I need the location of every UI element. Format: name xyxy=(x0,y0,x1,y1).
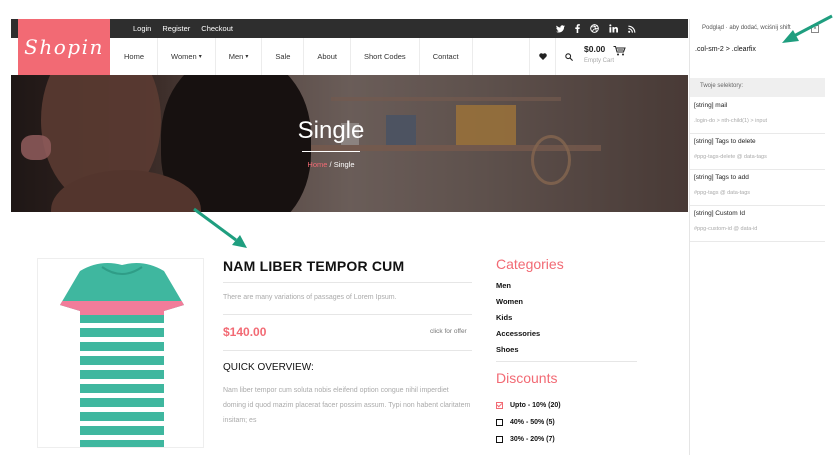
category-shoes[interactable]: Shoes xyxy=(496,344,540,360)
quick-overview-title: QUICK OVERVIEW: xyxy=(223,362,314,373)
selector-field[interactable]: [string] Tags to add #ppg-tags @ data-ta… xyxy=(690,170,825,206)
account-links: Login Register Checkout xyxy=(133,19,233,38)
quick-overview-text: Nam liber tempor cum soluta nobis eleife… xyxy=(223,387,471,424)
checkbox-checked[interactable] xyxy=(496,402,503,409)
product-description: There are many variations of passages of… xyxy=(223,294,397,301)
panel-hint: Podgląd · aby dodać, wciśnij shift xyxy=(702,25,791,31)
nav-item-men[interactable]: Men ▾ xyxy=(216,38,263,75)
offer-link[interactable]: click for offer xyxy=(430,328,467,335)
breadcrumb-home-link[interactable]: Home xyxy=(307,160,327,169)
checkout-link[interactable]: Checkout xyxy=(201,24,233,33)
discount-option[interactable]: 30% - 20% (7) xyxy=(496,431,561,448)
register-link[interactable]: Register xyxy=(162,24,190,33)
caret-down-icon: ▾ xyxy=(198,54,202,60)
nav-icons xyxy=(529,38,581,75)
arrow-to-title-icon xyxy=(193,207,247,248)
divider xyxy=(496,361,637,362)
checkbox[interactable] xyxy=(496,419,503,426)
shopping-cart-icon[interactable] xyxy=(613,43,626,61)
product-title: NAM LIBER TEMPOR CUM xyxy=(223,258,405,274)
category-men[interactable]: Men xyxy=(496,280,540,296)
selector-field[interactable]: [string] mail .login-do > nth-child(1) >… xyxy=(690,98,825,134)
nav-item-about[interactable]: About xyxy=(304,38,351,75)
current-selector: .col-sm-2 > .clearfix xyxy=(695,46,756,53)
discounts-list: Upto - 10% (20) 40% - 50% (5) 30% - 20% … xyxy=(496,397,561,448)
category-women[interactable]: Women xyxy=(496,296,540,312)
login-link[interactable]: Login xyxy=(133,24,151,33)
cart-status: Empty Cart xyxy=(584,58,615,64)
main-navbar: Home Women ▾ Men ▾ Sale About Short Codes … xyxy=(11,38,688,75)
linkedin-icon[interactable] xyxy=(609,24,618,33)
top-bar: Login Register Checkout xyxy=(11,19,688,38)
discount-option[interactable]: Upto - 10% (20) xyxy=(496,397,561,414)
selector-panel: Podgląd · aby dodać, wciśnij shift × .co… xyxy=(689,19,834,455)
wishlist-heart-icon[interactable] xyxy=(529,38,555,75)
social-links xyxy=(556,19,636,38)
checkbox[interactable] xyxy=(496,436,503,443)
close-icon[interactable]: × xyxy=(811,25,819,33)
caret-down-icon: ▾ xyxy=(245,54,249,60)
facebook-icon[interactable] xyxy=(575,24,580,33)
divider xyxy=(223,282,472,283)
site-logo[interactable]: Shopin xyxy=(18,19,110,75)
cart-summary[interactable]: $0.00 Empty Cart xyxy=(584,44,626,64)
selector-field[interactable]: [string] Custom Id #ppg-custom-id @ data… xyxy=(690,206,825,242)
my-selectors-header: Twoje selektory: xyxy=(690,78,825,97)
title-divider xyxy=(302,151,360,152)
dribbble-icon[interactable] xyxy=(590,24,599,33)
nav-item-women[interactable]: Women ▾ xyxy=(158,38,216,75)
rss-icon[interactable] xyxy=(628,25,636,33)
twitter-icon[interactable] xyxy=(556,24,565,33)
nav-item-contact[interactable]: Contact xyxy=(420,38,473,75)
nav-item-short-codes[interactable]: Short Codes xyxy=(351,38,420,75)
nav-item-home[interactable]: Home xyxy=(111,38,159,75)
category-accessories[interactable]: Accessories xyxy=(496,328,540,344)
page-banner: Single Home / Single xyxy=(11,75,688,212)
product-price: $140.00 xyxy=(223,325,267,339)
cart-total: $0.00 xyxy=(584,44,606,54)
logo-text: Shopin xyxy=(24,35,104,59)
categories-list: Men Women Kids Accessories Shoes xyxy=(496,280,540,360)
discounts-title: Discounts xyxy=(496,370,558,386)
selector-field[interactable]: [string] Tags to delete #ppg-tags-delete… xyxy=(690,134,825,170)
search-icon[interactable] xyxy=(555,38,581,75)
page-title: Single xyxy=(297,117,365,144)
category-kids[interactable]: Kids xyxy=(496,312,540,328)
divider xyxy=(223,314,472,315)
main-nav: Home Women ▾ Men ▾ Sale About Short Codes … xyxy=(111,38,473,75)
nav-item-sale[interactable]: Sale xyxy=(262,38,305,75)
breadcrumb: Home / Single xyxy=(307,160,355,169)
categories-title: Categories xyxy=(496,256,564,272)
product-image[interactable] xyxy=(37,258,204,448)
breadcrumb-current: Single xyxy=(333,160,355,169)
divider xyxy=(223,350,472,351)
striped-tshirt-image xyxy=(60,263,184,447)
discount-option[interactable]: 40% - 50% (5) xyxy=(496,414,561,431)
